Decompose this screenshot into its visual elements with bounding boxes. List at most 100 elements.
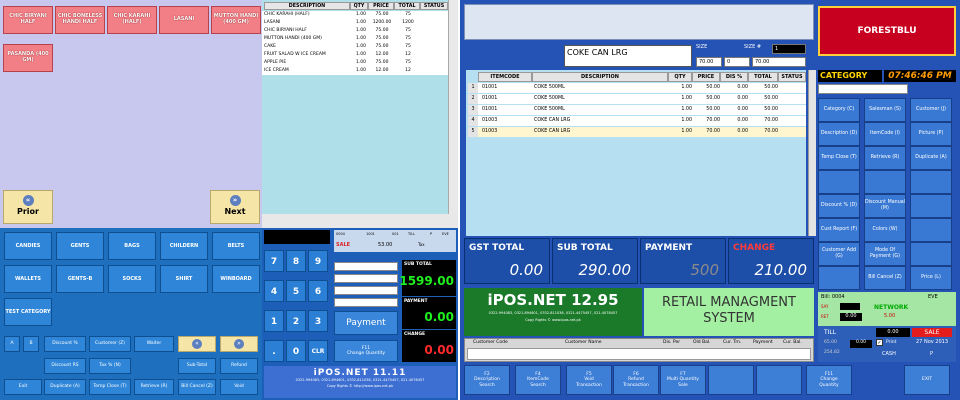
function-key-blank[interactable] <box>756 365 802 395</box>
category-button[interactable]: Category (C) <box>818 98 860 122</box>
blank-button[interactable] <box>818 266 860 290</box>
table-row[interactable]: FRUIT SALAD W ICE CREAM 1.00 12.00 12 <box>262 51 448 59</box>
table-row[interactable]: CAKE 1.00 75.00 75 <box>262 43 448 51</box>
salesman-button[interactable]: Salesman (S) <box>864 98 906 122</box>
table-row[interactable]: 5 01003 COKE CAN LRG 1.00 70.00 0.00 70.00 <box>468 127 806 137</box>
keypad-3[interactable]: 3 <box>308 310 328 332</box>
picture-button[interactable]: Picture (P) <box>910 122 952 146</box>
table-row[interactable]: APPLE PIE 1.00 75.00 75 <box>262 59 448 67</box>
function-key-blank[interactable] <box>708 365 754 395</box>
input-field[interactable] <box>334 286 398 295</box>
keypad-0[interactable]: 0 <box>286 340 306 362</box>
blank-button[interactable] <box>818 170 860 194</box>
table-row[interactable]: 1 01001 COKE 500ML 1.00 50.00 0.00 50.00 <box>468 83 806 93</box>
description-button[interactable]: Description (D) <box>818 122 860 146</box>
blank-button[interactable] <box>910 194 952 218</box>
table-row[interactable]: 2 01001 COKE 500ML 1.00 50.00 0.00 50.00 <box>468 94 806 104</box>
blank-button[interactable] <box>910 218 952 242</box>
item-grid-scrollbar[interactable] <box>808 70 816 236</box>
customer-add-button[interactable]: Customer Add (G) <box>818 242 860 266</box>
discount-percent-button[interactable]: Discount % <box>44 336 86 352</box>
menu-item[interactable]: CHIC KARAHI (HALF) <box>107 6 157 34</box>
retrieve-button[interactable]: Retrieve (R) <box>864 146 906 170</box>
multi-quantity-button[interactable]: F7 Multi Quantity Sale <box>660 365 706 395</box>
menu-item[interactable]: LASANI <box>159 6 209 34</box>
discount-rs-button[interactable]: Discount RS <box>44 358 86 374</box>
colors-button[interactable]: Colors (W) <box>864 218 906 242</box>
payment-button[interactable]: Payment <box>334 311 398 335</box>
discount-manual-button[interactable]: Discount Manual (M) <box>864 194 906 218</box>
category-button[interactable]: GENTS-B <box>56 265 104 293</box>
bill-cancel-button[interactable]: Bill Cancel (Z) <box>864 266 906 290</box>
mode-of-payment-button[interactable]: Mode Of Payment (G) <box>864 242 906 266</box>
b-button[interactable]: B <box>23 336 39 352</box>
keypad-2[interactable]: 2 <box>286 310 306 332</box>
category-select[interactable] <box>818 84 908 94</box>
keypad-7[interactable]: 7 <box>264 250 284 272</box>
blank-button[interactable] <box>910 170 952 194</box>
category-button[interactable]: CHILDERN <box>160 232 208 260</box>
change-quantity-button[interactable]: F11 Change Quantity <box>806 365 852 395</box>
blank-button[interactable] <box>864 170 906 194</box>
customer-button[interactable]: Customer (J) <box>910 98 952 122</box>
category-button[interactable]: SOCKS <box>108 265 156 293</box>
table-row[interactable]: CHIC KARAHI (HALF) 1.00 75.00 75 <box>262 11 448 19</box>
menu-item[interactable]: MUTTON HANDI (400 GM) <box>211 6 261 34</box>
cust-report-button[interactable]: Cust Report (F) <box>818 218 860 242</box>
prior-button[interactable]: «Prior <box>3 190 53 224</box>
print-checkbox[interactable]: ✓ <box>876 339 883 346</box>
tax-button[interactable]: Tax % (N) <box>89 358 131 374</box>
keypad-5[interactable]: 5 <box>286 280 306 302</box>
duplicate-button[interactable]: Duplicate (A) <box>44 379 86 395</box>
table-row[interactable]: 4 01003 COKE CAN LRG 1.00 70.00 0.00 70.00 <box>468 116 806 126</box>
keypad-6[interactable]: 6 <box>308 280 328 302</box>
bill-cancel-button[interactable]: Bill Cancel (Z) <box>178 379 216 395</box>
void-transaction-button[interactable]: F5 Void Transaction <box>566 365 612 395</box>
temp-close-button[interactable]: Temp Close (T) <box>89 379 131 395</box>
table-row[interactable]: ICE CREAM 1.00 12.00 12 <box>262 67 448 75</box>
description-search-button[interactable]: F2 Description Search <box>464 365 510 395</box>
itemcode-button[interactable]: ItemCode (I) <box>864 122 906 146</box>
input-field[interactable] <box>334 274 398 283</box>
refund-transaction-button[interactable]: F6 Refund Transaction <box>613 365 659 395</box>
retrieve-button[interactable]: Retrieve (R) <box>134 379 174 395</box>
customer-input-row[interactable] <box>467 348 811 360</box>
table-row[interactable]: 3 01001 COKE 500ML 1.00 50.00 0.00 50.00 <box>468 105 806 115</box>
keypad-1[interactable]: 1 <box>264 310 284 332</box>
price-button[interactable]: Price (L) <box>910 266 952 290</box>
keypad-clear[interactable]: CLR <box>308 340 328 362</box>
input-field[interactable] <box>334 298 398 307</box>
keypad-8[interactable]: 8 <box>286 250 306 272</box>
category-button[interactable]: BELTS <box>212 232 260 260</box>
exit-button[interactable]: EXIT <box>904 365 950 395</box>
input-field[interactable] <box>334 262 398 271</box>
menu-item[interactable]: CHIC BONELESS HANDI HALF <box>55 6 105 34</box>
duplicate-button[interactable]: Duplicate (A) <box>910 146 952 170</box>
subtotal-button[interactable]: Sub-Total <box>178 358 216 374</box>
category-button[interactable]: WINBOARD <box>212 265 260 293</box>
category-button[interactable]: TEST CATEGORY <box>4 298 52 326</box>
category-button[interactable]: WALLETS <box>4 265 52 293</box>
temp-close-button[interactable]: Temp Close (T) <box>818 146 860 170</box>
change-quantity-button[interactable]: F11 Change Quantity <box>334 340 398 362</box>
menu-item[interactable]: PASANDA (400 GM) <box>3 44 53 72</box>
keypad-dot[interactable]: . <box>264 340 284 362</box>
table-row[interactable]: MUTTON HANDI (400 GM) 1.00 75.00 75 <box>262 35 448 43</box>
table-row[interactable]: CHIC BIRYANI HALF 1.00 75.00 75 <box>262 27 448 35</box>
exit-button[interactable]: Exit <box>4 379 42 395</box>
category-button[interactable]: CANDIES <box>4 232 52 260</box>
category-button[interactable]: BAGS <box>108 232 156 260</box>
next-button[interactable]: » Next <box>210 190 260 224</box>
discount-percent-button[interactable]: Discount % (D) <box>818 194 860 218</box>
category-button[interactable]: SHIRT <box>160 265 208 293</box>
customer-button[interactable]: Customer (Z) <box>89 336 131 352</box>
waiter-button[interactable]: Waiter <box>134 336 174 352</box>
a-button[interactable]: A <box>4 336 20 352</box>
blank-button[interactable] <box>910 242 952 266</box>
order-grid-scrollbar[interactable] <box>448 0 458 214</box>
keypad-4[interactable]: 4 <box>264 280 284 302</box>
void-button[interactable]: Void <box>220 379 258 395</box>
category-button[interactable]: GENTS <box>56 232 104 260</box>
scroll-down-button[interactable]: » <box>220 336 258 352</box>
keypad-9[interactable]: 9 <box>308 250 328 272</box>
